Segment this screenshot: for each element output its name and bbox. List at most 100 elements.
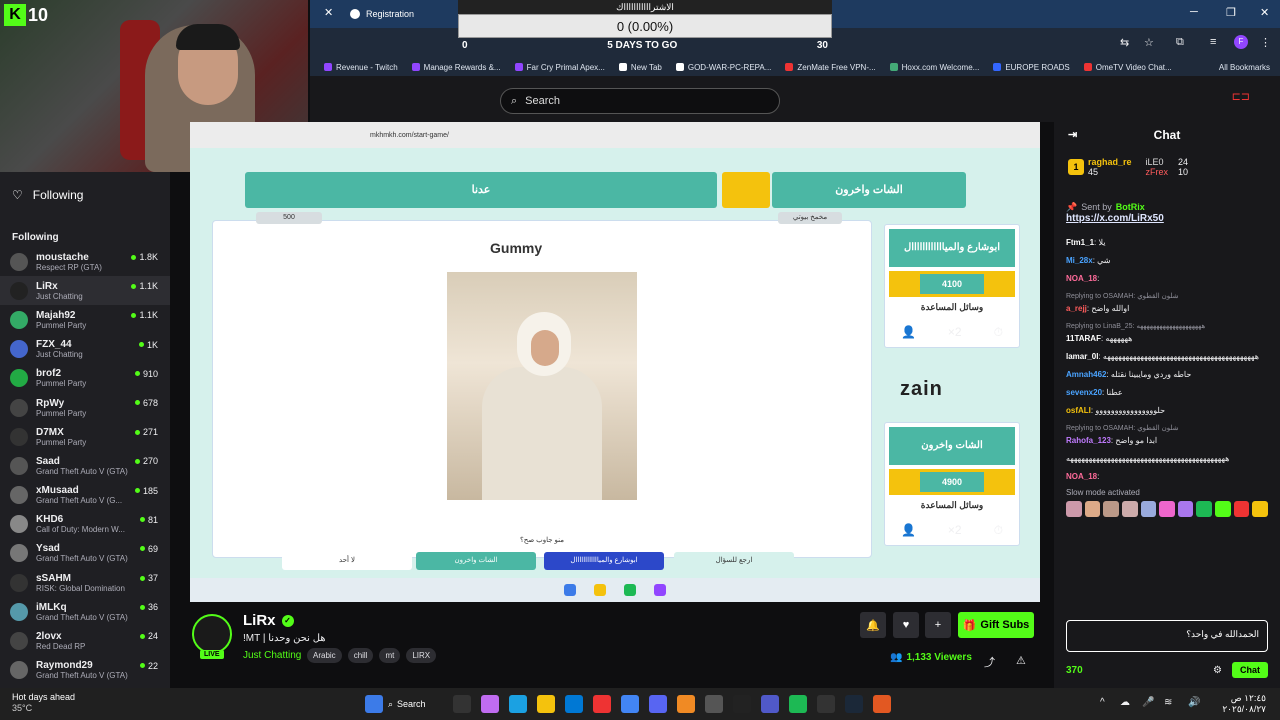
chat-username[interactable]: Amnah462 — [1066, 370, 1106, 379]
bookmark-item[interactable]: Far Cry Primal Apex... — [514, 63, 605, 72]
sidebar-item-khd6[interactable]: KHD6 Call of Duty: Modern W... 81 — [0, 510, 170, 539]
epic-games-icon[interactable] — [817, 695, 835, 713]
chat-username[interactable]: NOA_18 — [1066, 274, 1097, 283]
tag-chip[interactable]: chill — [347, 648, 374, 663]
menu-dots-icon[interactable]: ⋮ — [1260, 36, 1271, 49]
firefox-icon[interactable] — [873, 695, 891, 713]
channel-name[interactable]: LiRx ✓ — [243, 612, 294, 629]
channel-avatar[interactable] — [192, 614, 232, 654]
chat-input[interactable]: الحمدالله في واحد؟ — [1066, 620, 1268, 652]
store-icon[interactable] — [565, 695, 583, 713]
emote-icon[interactable] — [1121, 501, 1138, 517]
emote-icon[interactable] — [1233, 501, 1250, 517]
close-window-icon[interactable]: ✕ — [1260, 6, 1269, 19]
weather-widget[interactable]: Hot days ahead 35°C — [12, 692, 75, 714]
emote-icon[interactable] — [1140, 501, 1157, 517]
logo-icon[interactable]: ⊏⊐ — [1232, 90, 1250, 103]
start-icon[interactable] — [365, 695, 383, 713]
pinned-link[interactable]: https://x.com/LiRx50 — [1066, 213, 1164, 224]
steam-icon[interactable] — [845, 695, 863, 713]
chat-username[interactable]: lamar_0l — [1066, 352, 1098, 361]
bookmark-item[interactable]: Manage Rewards &... — [411, 63, 501, 72]
collapse-chat-icon[interactable]: ⇥ — [1068, 122, 1077, 148]
sidebar-item-saad[interactable]: Saad Grand Theft Auto V (GTA) 270 — [0, 451, 170, 480]
translate-icon[interactable]: ⇆ — [1120, 36, 1129, 49]
taskbar-search[interactable]: ⌕ Search — [388, 699, 448, 710]
tray-arrow-icon[interactable]: ^ — [1100, 697, 1105, 708]
settings-icon[interactable]: ⚙ — [1213, 665, 1222, 676]
chat-username[interactable]: NOA_18 — [1066, 472, 1097, 481]
chat-username[interactable]: Rahofa_123 — [1066, 436, 1111, 445]
spotify-icon[interactable] — [789, 695, 807, 713]
emote-icon[interactable] — [1215, 501, 1231, 517]
edge-icon[interactable] — [509, 695, 527, 713]
app-icon[interactable] — [677, 695, 695, 713]
explorer-icon[interactable] — [537, 695, 555, 713]
emote-icon[interactable] — [1084, 501, 1101, 517]
tag-chip[interactable]: mt — [379, 648, 401, 663]
profile-avatar[interactable]: F — [1234, 35, 1248, 49]
opera-icon[interactable] — [593, 695, 611, 713]
emote-icon[interactable] — [1196, 501, 1213, 517]
volume-icon[interactable]: 🔊 — [1188, 697, 1200, 708]
share-icon[interactable]: ⤴ — [984, 654, 995, 670]
sidebar-item-ssahm[interactable]: sSAHM RISK: Global Domination 37 — [0, 568, 170, 597]
emote-icon[interactable] — [1252, 501, 1269, 517]
task-view-icon[interactable] — [453, 695, 471, 713]
category-link[interactable]: Just Chatting — [243, 650, 301, 661]
sidebar-item-xmusaad[interactable]: xMusaad Grand Theft Auto V (G... 185 — [0, 481, 170, 510]
emote-icon[interactable] — [1103, 501, 1119, 517]
bookmark-item[interactable]: New Tab — [618, 63, 662, 72]
chat-username[interactable]: sevenx20 — [1066, 388, 1102, 397]
heart-icon[interactable]: ♥ — [893, 612, 919, 638]
sidebar-item-d7mx[interactable]: D7MX Pummel Party 271 — [0, 422, 170, 451]
bookmark-item[interactable]: Revenue - Twitch — [324, 63, 398, 72]
extensions-icon[interactable]: ⧉ — [1176, 36, 1184, 49]
sidebar-item-2lovx[interactable]: 2lovx Red Dead RP 24 — [0, 626, 170, 655]
sidebar-item-imlkq[interactable]: iMLKq Grand Theft Auto V (GTA) 36 — [0, 597, 170, 626]
bookmark-item[interactable]: EUROPE ROADS — [993, 63, 1070, 72]
sidebar-item-rpwy[interactable]: RpWy Pummel Party 678 — [0, 393, 170, 422]
mic-icon[interactable]: 🎤 — [1142, 697, 1154, 708]
chat-username[interactable]: 11TARAF — [1066, 334, 1101, 343]
sidebar-item-ysad[interactable]: Ysad Grand Theft Auto V (GTA) 69 — [0, 539, 170, 568]
report-icon[interactable]: ⚠ — [1016, 654, 1026, 667]
bookmark-item[interactable]: Hoxx.com Welcome... — [889, 63, 979, 72]
sidebar-item-brof2[interactable]: brof2 Pummel Party 910 — [0, 364, 170, 393]
all-bookmarks-button[interactable]: All Bookmarks — [1219, 63, 1270, 72]
minimize-icon[interactable]: ─ — [1190, 6, 1198, 18]
chat-username[interactable]: osfALI — [1066, 406, 1091, 415]
teams-icon[interactable] — [761, 695, 779, 713]
sparkle-icon[interactable]: + — [925, 612, 951, 638]
copilot-icon[interactable] — [481, 695, 499, 713]
bookmark-item[interactable]: ZenMate Free VPN-... — [785, 63, 876, 72]
cloud-icon[interactable]: ☁ — [1120, 697, 1130, 708]
tag-chip[interactable]: Arabic — [307, 648, 342, 663]
emote-icon[interactable] — [1177, 501, 1194, 517]
discord-icon[interactable] — [649, 695, 667, 713]
star-icon[interactable]: ☆ — [1144, 36, 1154, 49]
search-input[interactable]: ⌕ Search — [500, 88, 780, 114]
maximize-icon[interactable]: ❐ — [1226, 6, 1236, 19]
clock[interactable]: ١٢:٤٥ ص ٢٠٢٥/٠٨/٢٧ — [1222, 693, 1266, 715]
chat-username[interactable]: Mi_28x — [1066, 256, 1093, 265]
close-tab-icon[interactable]: ✕ — [324, 6, 333, 19]
tag-chip[interactable]: LIRX — [406, 648, 437, 663]
sidebar-item-lirx[interactable]: LiRx Just Chatting 1.1K — [0, 276, 170, 306]
bookmark-item[interactable]: OmeTV Video Chat... — [1083, 63, 1172, 72]
emote-icon[interactable] — [1159, 501, 1175, 517]
reading-list-icon[interactable]: ≡ — [1210, 36, 1216, 48]
emote-icon[interactable] — [1066, 501, 1082, 517]
epic-icon[interactable] — [733, 695, 751, 713]
following-nav[interactable]: ♡ Following — [0, 172, 170, 218]
video-player[interactable]: mkhmkh.com/start-game/ عدنا الشات واخرون… — [190, 122, 1040, 602]
sidebar-item-fzx_44[interactable]: FZX_44 Just Chatting 1K — [0, 335, 170, 364]
chat-username[interactable]: Ftm1_1 — [1066, 238, 1094, 247]
app-icon[interactable] — [705, 695, 723, 713]
gift-subs-button[interactable]: 🎁 Gift Subs — [958, 612, 1034, 638]
sidebar-item-majah92[interactable]: Majah92 Pummel Party 1.1K — [0, 305, 170, 334]
chrome-icon[interactable] — [621, 695, 639, 713]
sidebar-item-raymond29[interactable]: Raymond29 Grand Theft Auto V (GTA) 22 — [0, 656, 170, 685]
send-chat-button[interactable]: Chat — [1232, 662, 1268, 678]
bell-icon[interactable]: 🔔 — [860, 612, 886, 638]
